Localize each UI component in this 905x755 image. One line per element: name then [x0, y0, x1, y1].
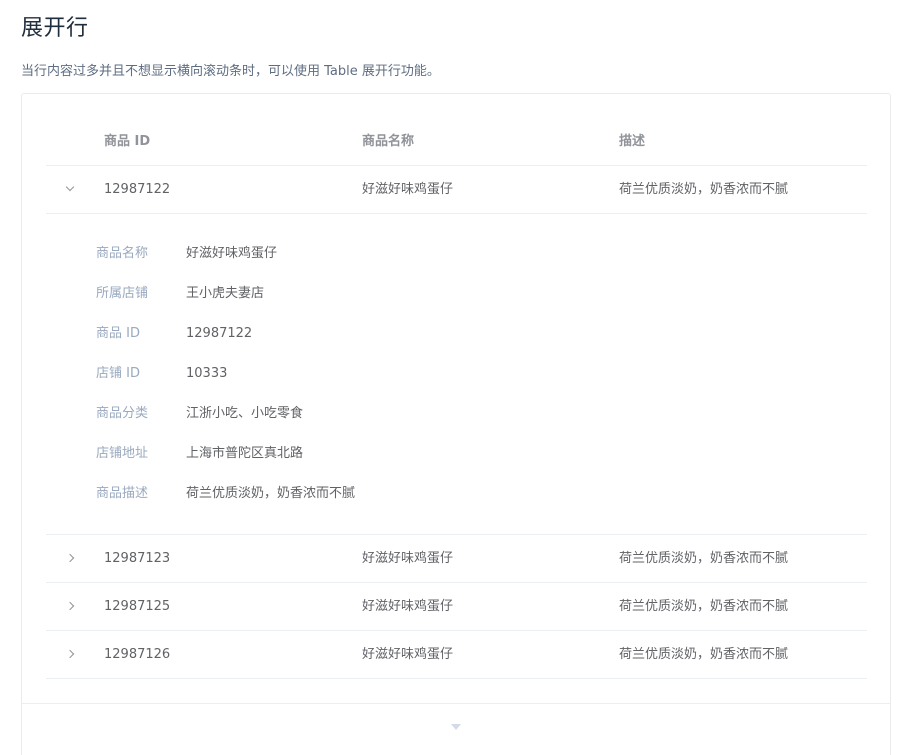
- expand-cell: [46, 535, 94, 582]
- page-description: 当行内容过多并且不想显示横向滚动条时，可以使用 Table 展开行功能。: [21, 64, 440, 79]
- detail-value: 上海市普陀区真北路: [186, 446, 304, 461]
- chevron-right-icon[interactable]: [46, 583, 94, 630]
- header-product-id: 商品 ID: [104, 134, 151, 149]
- detail-item: 商品名称 好滋好味鸡蛋仔: [96, 234, 277, 274]
- expanded-row-details: 商品名称 好滋好味鸡蛋仔 所属店铺 王小虎夫妻店 商品 ID 12987122 店铺 …: [46, 214, 867, 535]
- detail-item: 店铺 ID 10333: [96, 354, 227, 394]
- detail-item: 商品 ID 12987122: [96, 314, 252, 354]
- detail-item: 店铺地址 上海市普陀区真北路: [96, 434, 303, 474]
- detail-label: 所属店铺: [96, 286, 149, 301]
- table-header-row: 商品 ID 商品名称 描述: [46, 118, 867, 166]
- table-row: 12987125 好滋好味鸡蛋仔 荷兰优质淡奶，奶香浓而不腻: [46, 583, 867, 631]
- detail-label: 商品分类: [96, 406, 149, 421]
- product-id-cell: 12987125: [104, 599, 171, 614]
- description-cell: 荷兰优质淡奶，奶香浓而不腻: [619, 599, 789, 614]
- chevron-right-icon[interactable]: [46, 631, 94, 678]
- detail-label: 店铺 ID: [96, 366, 140, 381]
- chevron-right-icon[interactable]: [46, 535, 94, 582]
- detail-item: 所属店铺 王小虎夫妻店: [96, 274, 264, 314]
- product-id-cell: 12987123: [104, 551, 171, 566]
- product-name-cell: 好滋好味鸡蛋仔: [362, 599, 454, 614]
- description-cell: 荷兰优质淡奶，奶香浓而不腻: [619, 647, 789, 662]
- chevron-down-icon[interactable]: [46, 166, 94, 213]
- product-name-cell: 好滋好味鸡蛋仔: [362, 182, 454, 197]
- caret-down-icon[interactable]: [451, 724, 461, 730]
- product-id-cell: 12987122: [104, 182, 171, 197]
- detail-value: 好滋好味鸡蛋仔: [186, 246, 278, 261]
- detail-label: 商品名称: [96, 246, 149, 261]
- product-name-cell: 好滋好味鸡蛋仔: [362, 551, 454, 566]
- detail-value: 江浙小吃、小吃零食: [186, 406, 304, 421]
- demo-block: 商品 ID 商品名称 描述 12987122 好滋好味鸡蛋仔 荷兰优质淡奶，奶香…: [21, 93, 891, 755]
- page-title: 展开行: [21, 16, 89, 41]
- expand-cell: [46, 583, 94, 630]
- table-row: 12987123 好滋好味鸡蛋仔 荷兰优质淡奶，奶香浓而不腻: [46, 535, 867, 583]
- detail-label: 店铺地址: [96, 446, 149, 461]
- code-toggle-footer[interactable]: [22, 703, 890, 755]
- detail-label: 商品描述: [96, 486, 149, 501]
- detail-item: 商品分类 江浙小吃、小吃零食: [96, 394, 303, 434]
- header-product-name: 商品名称: [362, 134, 415, 149]
- product-name-cell: 好滋好味鸡蛋仔: [362, 647, 454, 662]
- expandable-table: 商品 ID 商品名称 描述 12987122 好滋好味鸡蛋仔 荷兰优质淡奶，奶香…: [46, 118, 867, 679]
- detail-value: 荷兰优质淡奶，奶香浓而不腻: [186, 486, 356, 501]
- expand-cell: [46, 631, 94, 678]
- product-id-cell: 12987126: [104, 647, 171, 662]
- detail-value: 12987122: [186, 326, 253, 341]
- detail-value: 10333: [186, 366, 228, 381]
- table-row: 12987126 好滋好味鸡蛋仔 荷兰优质淡奶，奶香浓而不腻: [46, 631, 867, 679]
- detail-item: 商品描述 荷兰优质淡奶，奶香浓而不腻: [96, 474, 355, 514]
- description-cell: 荷兰优质淡奶，奶香浓而不腻: [619, 182, 789, 197]
- expand-cell: [46, 166, 94, 213]
- header-description: 描述: [619, 134, 646, 149]
- detail-label: 商品 ID: [96, 326, 140, 341]
- table-row: 12987122 好滋好味鸡蛋仔 荷兰优质淡奶，奶香浓而不腻: [46, 166, 867, 214]
- description-cell: 荷兰优质淡奶，奶香浓而不腻: [619, 551, 789, 566]
- header-expand-cell: [46, 118, 94, 165]
- detail-value: 王小虎夫妻店: [186, 286, 265, 301]
